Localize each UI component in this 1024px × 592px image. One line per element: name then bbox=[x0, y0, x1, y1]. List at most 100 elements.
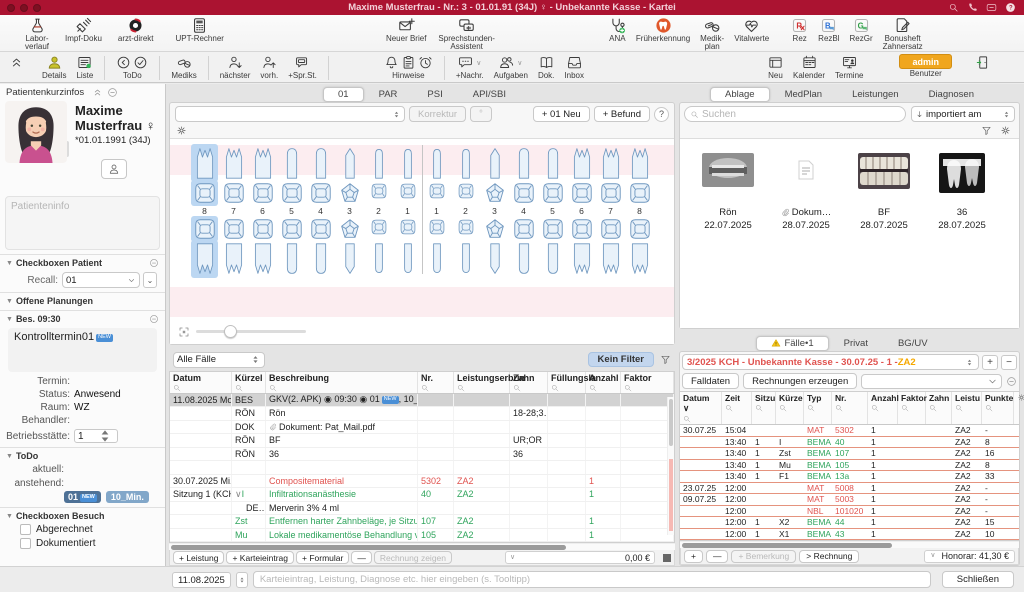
betriebsstaette-stepper[interactable]: 1 bbox=[74, 429, 118, 443]
funnel-icon[interactable] bbox=[981, 125, 992, 136]
ablage-item-dokum[interactable]: Dokum…28.07.2025 bbox=[774, 153, 838, 328]
billing-row[interactable]: 30.07.2515:04MAT53021ZA2- bbox=[680, 425, 1019, 437]
command-input[interactable]: Karteieintrag, Leistung, Diagnose etc. h… bbox=[253, 571, 931, 588]
toolbar-item-rez[interactable]: RRez bbox=[786, 17, 813, 43]
tab-01[interactable]: 01 bbox=[323, 87, 364, 102]
column-header-leistungserbrin[interactable]: Leistungserbrin bbox=[454, 372, 510, 393]
admin-badge[interactable]: admin bbox=[899, 54, 952, 69]
tab-medplan[interactable]: MedPlan bbox=[770, 87, 838, 102]
tooth-11-occlusal-lower[interactable] bbox=[393, 217, 422, 241]
case-select[interactable]: 3/2025 KCH - Unbekannte Kasse - 30.07.25… bbox=[682, 354, 979, 370]
tooth-16-occlusal[interactable] bbox=[248, 181, 277, 205]
tooth-23-occlusal-lower[interactable] bbox=[480, 217, 509, 241]
remove-service-button[interactable]: — bbox=[706, 550, 729, 563]
phone-icon[interactable] bbox=[967, 2, 978, 13]
add-service-button[interactable]: + bbox=[684, 550, 703, 563]
remove-case-button[interactable]: − bbox=[1001, 355, 1017, 370]
tooth-18-occlusal[interactable] bbox=[190, 181, 219, 205]
billing-hscrollbar[interactable] bbox=[680, 541, 1019, 548]
falldaten-button[interactable]: Falldaten bbox=[682, 373, 739, 389]
toolbar-item-nachr[interactable]: ∨+Nachr. bbox=[451, 54, 489, 80]
sort-select[interactable]: importiert am bbox=[911, 106, 1015, 122]
close-button[interactable]: Schließen bbox=[942, 571, 1014, 588]
tooth-21-occlusal[interactable] bbox=[422, 181, 451, 205]
tooth-13-occlusal[interactable] bbox=[335, 181, 364, 205]
toolbar-item-früherkennung[interactable]: Früherkennung bbox=[631, 17, 695, 43]
journal-row[interactable]: MuLokale medikamentöse Behandlung von Sc… bbox=[170, 529, 674, 543]
billing-row[interactable]: 23.07.2512:00MAT50081ZA2- bbox=[680, 483, 1019, 495]
tooth-21-root[interactable] bbox=[422, 145, 451, 181]
checkbox-row-abgerechnet[interactable]: Abgerechnet bbox=[20, 524, 159, 535]
billing-row[interactable]: 09.07.2512:00MAT50031ZA2- bbox=[680, 494, 1019, 506]
billing-row[interactable]: 12:00NBL1010201ZA2- bbox=[680, 506, 1019, 518]
journal-button-formular[interactable]: + Formular bbox=[296, 551, 349, 564]
zoom-slider-thumb[interactable] bbox=[224, 325, 237, 338]
column-search-icon[interactable] bbox=[457, 384, 465, 392]
zoom-window-button[interactable] bbox=[33, 4, 41, 12]
tooth-23-occlusal[interactable] bbox=[480, 181, 509, 205]
tooth-28-root-lower[interactable] bbox=[625, 241, 654, 277]
tooth-27-root-lower[interactable] bbox=[596, 241, 625, 277]
search-icon[interactable] bbox=[948, 2, 959, 13]
toolbar-item-liste[interactable]: Liste bbox=[71, 54, 98, 80]
tooth-17-occlusal-lower[interactable] bbox=[219, 217, 248, 241]
collapse-all-icon[interactable] bbox=[88, 87, 99, 98]
column-search-icon[interactable] bbox=[551, 384, 559, 392]
column-search-icon[interactable] bbox=[173, 384, 181, 392]
tooth-25-occlusal[interactable] bbox=[538, 181, 567, 205]
journal-row[interactable]: DOKDokument: Pat_Mail.pdf bbox=[170, 421, 674, 435]
tooth-26-occlusal[interactable] bbox=[567, 181, 596, 205]
tooth-14-occlusal-lower[interactable] bbox=[306, 217, 335, 241]
tooth-18-root[interactable] bbox=[190, 145, 219, 181]
toolbar-item-hinweise[interactable]: Hinweise bbox=[379, 54, 438, 80]
journal-button-[interactable]: — bbox=[351, 551, 372, 564]
search-input[interactable]: Suchen bbox=[684, 106, 906, 122]
current-user-button[interactable]: adminBenutzer bbox=[894, 54, 957, 78]
tab-api-sbi[interactable]: API/SBI bbox=[458, 87, 521, 102]
zoom-slider[interactable] bbox=[196, 330, 306, 333]
toolbar-item-kalender[interactable]: Kalender bbox=[788, 54, 830, 80]
tooth-13-occlusal-lower[interactable] bbox=[335, 217, 364, 241]
tooth-27-root[interactable] bbox=[596, 145, 625, 181]
journal-vscrollbar[interactable] bbox=[667, 397, 674, 536]
print-button[interactable] bbox=[470, 106, 492, 122]
todo-pill-01[interactable]: 01NEW bbox=[64, 491, 101, 503]
column-header-faktor[interactable]: Faktor bbox=[898, 392, 926, 424]
toolbar-item-upt-rechner[interactable]: UPT-Rechner bbox=[170, 17, 228, 43]
tooth-15-occlusal-lower[interactable] bbox=[277, 217, 306, 241]
tooth-23-root[interactable] bbox=[480, 145, 509, 181]
column-header-beschreibung[interactable]: Beschreibung bbox=[266, 372, 418, 393]
recall-expand-button[interactable]: ⌄ bbox=[143, 272, 157, 288]
close-window-button[interactable] bbox=[7, 4, 15, 12]
rechnung-zeigen-button[interactable]: Rechnung zeigen bbox=[374, 551, 452, 564]
toolbar-item-medik-plan[interactable]: Medik- plan bbox=[695, 17, 729, 52]
column-header-faktor[interactable]: Faktor bbox=[621, 372, 674, 393]
tooth-12-root-lower[interactable] bbox=[364, 241, 393, 277]
column-search-icon[interactable] bbox=[513, 384, 521, 392]
column-header-nr-[interactable]: Nr. bbox=[832, 392, 868, 424]
toolbar-item-ana[interactable]: ANA bbox=[604, 17, 631, 43]
tooth-28-occlusal[interactable] bbox=[625, 181, 654, 205]
toolbar-item-todo[interactable]: ToDo bbox=[111, 54, 153, 80]
journal-row[interactable]: RÖN3636 bbox=[170, 448, 674, 462]
tab-privat[interactable]: Privat bbox=[829, 336, 883, 351]
tooth-18-occlusal-lower[interactable] bbox=[190, 217, 219, 241]
tooth-24-occlusal[interactable] bbox=[509, 181, 538, 205]
tooth-24-occlusal-lower[interactable] bbox=[509, 217, 538, 241]
minimize-window-button[interactable] bbox=[20, 4, 28, 12]
toolbar-item-aufgaben[interactable]: ∨Aufgaben bbox=[489, 54, 533, 80]
minus-circle-icon[interactable] bbox=[149, 314, 159, 324]
tooth-23-root-lower[interactable] bbox=[480, 241, 509, 277]
help-button[interactable]: ? bbox=[654, 107, 669, 122]
toolbar-item-details[interactable]: Details bbox=[37, 54, 71, 80]
tooth-11-root-lower[interactable] bbox=[393, 241, 422, 277]
toolbar-item-impf-doku[interactable]: Impf-Doku bbox=[60, 17, 107, 43]
toolbar-item-dok[interactable]: Dok. bbox=[533, 54, 559, 80]
tooth-12-occlusal-lower[interactable] bbox=[364, 217, 393, 241]
ablage-item-rn[interactable]: Rön22.07.2025 bbox=[696, 153, 760, 328]
toolbar-item-termine[interactable]: Termine bbox=[830, 54, 868, 80]
tooth-25-root-lower[interactable] bbox=[538, 241, 567, 277]
journal-row[interactable]: 30.07.2025 Mi.Compositematerial5302ZA21 bbox=[170, 475, 674, 489]
gear-icon[interactable] bbox=[176, 125, 668, 136]
tab-leistungen[interactable]: Leistungen bbox=[837, 87, 913, 102]
